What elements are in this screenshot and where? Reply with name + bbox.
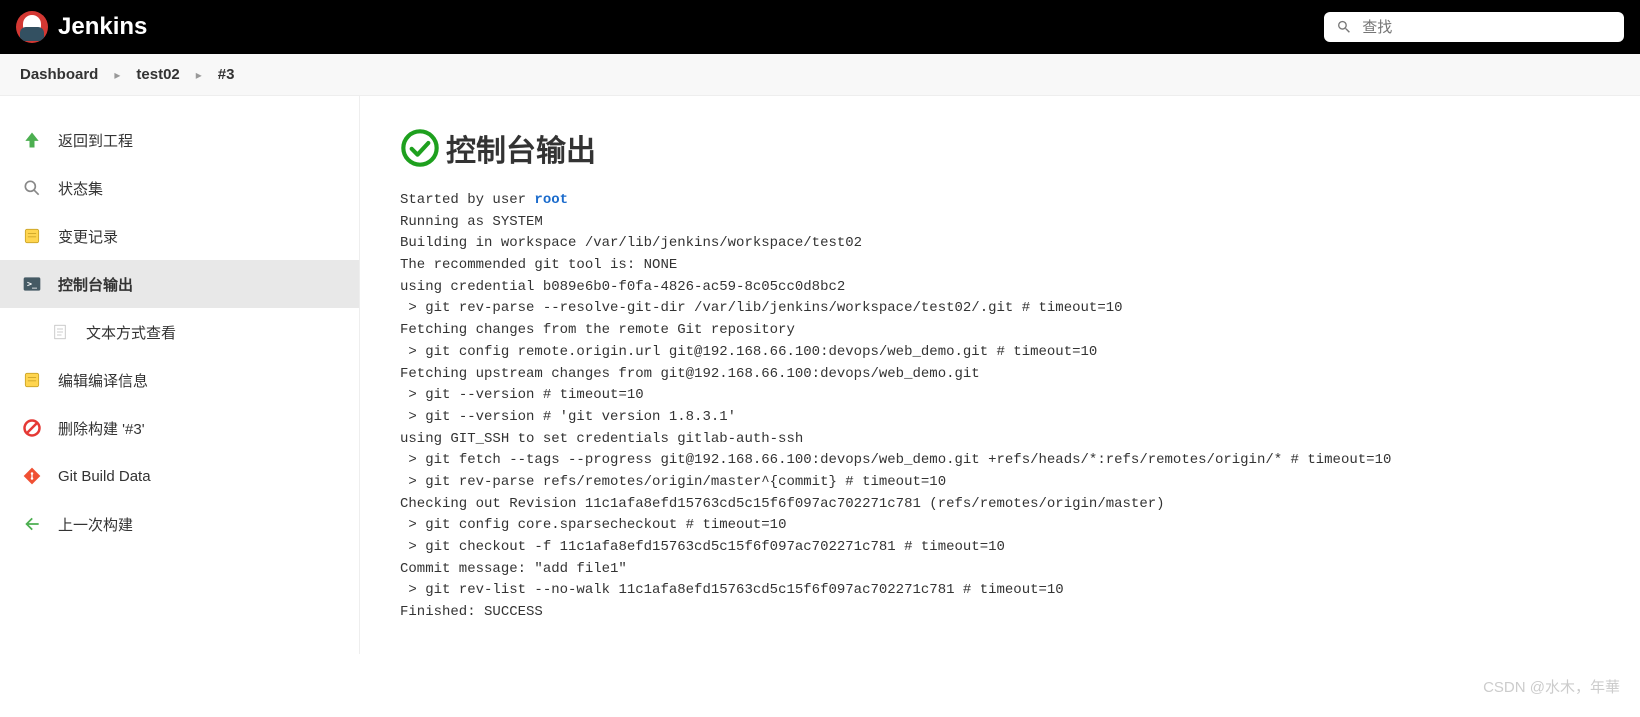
sidebar-item-label: 文本方式查看 [86,322,176,343]
sidebar-item-label: 上一次构建 [58,514,133,535]
jenkins-logo-icon[interactable] [16,11,48,43]
git-icon [20,464,44,488]
console-output: Started by user root Running as SYSTEM B… [400,190,1600,624]
watermark: CSDN @水木，年華 [1483,676,1620,697]
sidebar-item-delete-build[interactable]: 删除构建 '#3' [0,404,359,452]
sidebar-item-changes[interactable]: 变更记录 [0,212,359,260]
sidebar-item-label: 删除构建 '#3' [58,418,145,439]
sidebar-item-edit-build-info[interactable]: 编辑编译信息 [0,356,359,404]
content: 控制台输出 Started by user root Running as SY… [360,96,1640,654]
sidebar-item-console-output[interactable]: >_ 控制台输出 [0,260,359,308]
main-layout: 返回到工程 状态集 变更记录 >_ 控制台输出 文本方式查看 [0,96,1640,654]
svg-text:>_: >_ [27,279,38,289]
notepad-icon [20,368,44,392]
chevron-right-icon: ▸ [196,68,202,82]
sidebar-item-git-build-data[interactable]: Git Build Data [0,452,359,500]
magnifier-icon [20,176,44,200]
sidebar-item-label: 控制台输出 [58,274,133,295]
arrow-up-icon [20,128,44,152]
sidebar: 返回到工程 状态集 变更记录 >_ 控制台输出 文本方式查看 [0,96,360,654]
arrow-left-icon [20,512,44,536]
document-icon [48,320,72,344]
sidebar-item-plain-text[interactable]: 文本方式查看 [0,308,359,356]
page-title-row: 控制台输出 [400,126,1600,170]
page-title: 控制台输出 [446,126,596,170]
sidebar-item-label: 返回到工程 [58,130,133,151]
sidebar-item-label: 状态集 [58,178,103,199]
header-left: Jenkins [16,11,147,43]
header: Jenkins [0,0,1640,54]
sidebar-item-previous-build[interactable]: 上一次构建 [0,500,359,548]
console-user-link[interactable]: root [534,192,568,208]
breadcrumb-dashboard[interactable]: Dashboard [20,66,98,83]
console-body: Running as SYSTEM Building in workspace … [400,214,1391,620]
search-box[interactable] [1324,12,1624,42]
chevron-right-icon: ▸ [114,68,120,82]
brand-title[interactable]: Jenkins [58,13,147,41]
search-icon [1336,18,1352,36]
sidebar-item-label: 编辑编译信息 [58,370,148,391]
forbid-icon [20,416,44,440]
sidebar-item-back-to-project[interactable]: 返回到工程 [0,116,359,164]
sidebar-item-label: 变更记录 [58,226,118,247]
breadcrumb-build[interactable]: #3 [218,66,235,83]
notepad-icon [20,224,44,248]
sidebar-item-status[interactable]: 状态集 [0,164,359,212]
console-started-prefix: Started by user [400,192,534,208]
terminal-icon: >_ [20,272,44,296]
sidebar-item-label: Git Build Data [58,468,151,485]
success-check-icon [400,128,440,168]
breadcrumb: Dashboard ▸ test02 ▸ #3 [0,54,1640,96]
search-input[interactable] [1362,19,1612,36]
breadcrumb-job[interactable]: test02 [136,66,179,83]
